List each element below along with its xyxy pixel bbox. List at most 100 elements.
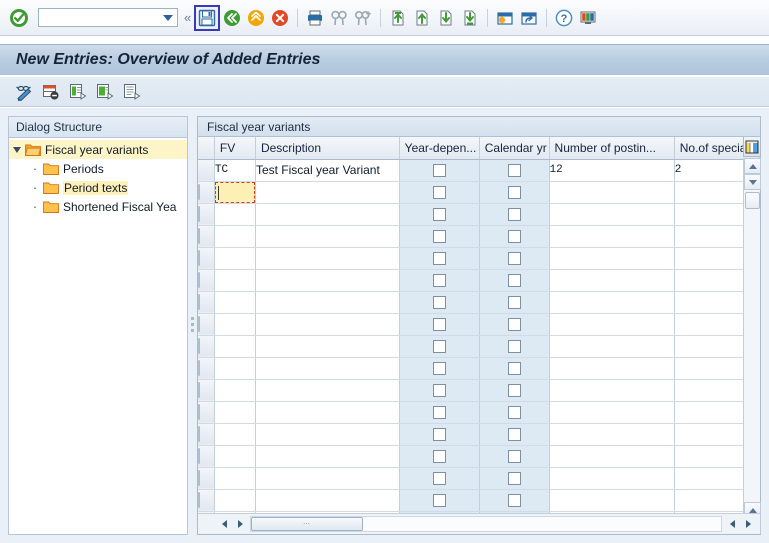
checkbox[interactable] [432,384,446,398]
row-selector[interactable] [198,181,215,204]
checkbox[interactable] [507,164,521,178]
collapse-toolbar-icon[interactable]: « [184,10,191,25]
last-page-button[interactable] [458,6,482,30]
scroll-left-button[interactable] [216,517,232,532]
checkbox[interactable] [507,384,521,398]
cell-year-dependent[interactable] [399,225,480,248]
row-selector[interactable] [198,291,215,314]
cell-calendar-yr[interactable] [479,379,550,402]
checkbox[interactable] [507,208,521,222]
cell-description[interactable] [255,225,400,248]
cell-description[interactable]: Test Fiscal year Variant [255,159,400,182]
cell-number-of-postings[interactable] [549,467,675,490]
cell-fv[interactable] [214,467,256,490]
cell-year-dependent[interactable] [399,445,480,468]
cell-year-dependent[interactable] [399,335,480,358]
cell-calendar-yr[interactable] [479,203,550,226]
cell-number-of-postings[interactable] [549,357,675,380]
table-row[interactable] [198,423,761,446]
row-selector[interactable] [198,423,215,446]
command-field[interactable] [38,8,178,27]
checkbox[interactable] [507,252,521,266]
create-shortcut-button[interactable] [517,6,541,30]
checkbox[interactable] [507,472,521,486]
cell-year-dependent[interactable] [399,401,480,424]
select-block-button[interactable] [120,80,144,104]
row-selector[interactable] [198,269,215,292]
cell-calendar-yr[interactable] [479,423,550,446]
cell-number-of-postings[interactable] [549,291,675,314]
cell-calendar-yr[interactable] [479,357,550,380]
row-selector[interactable] [198,467,215,490]
copy-as-button[interactable] [66,80,90,104]
checkbox[interactable] [507,186,521,200]
hscroll-thumb[interactable]: ⋯ [251,517,363,531]
cell-year-dependent[interactable] [399,313,480,336]
cell-fv[interactable] [214,269,256,292]
cell-calendar-yr[interactable] [479,489,550,512]
cell-year-dependent[interactable] [399,489,480,512]
checkbox[interactable] [507,230,521,244]
cell-description[interactable] [255,269,400,292]
cell-year-dependent[interactable] [399,291,480,314]
next-page-button[interactable] [434,6,458,30]
row-selector[interactable] [198,159,215,182]
sidebar-item-period-texts[interactable]: · Period texts [9,178,187,197]
cell-number-of-postings[interactable] [549,489,675,512]
cell-fv[interactable] [214,291,256,314]
column-header-number-of-postings[interactable]: Number of postin... [549,137,675,160]
cell-calendar-yr[interactable] [479,247,550,270]
checkbox[interactable] [507,274,521,288]
cell-calendar-yr[interactable] [479,401,550,424]
checkbox[interactable] [507,296,521,310]
table-row[interactable] [198,247,761,270]
cell-calendar-yr[interactable] [479,313,550,336]
table-row[interactable]: TC Test Fiscal year Variant 12 2 [198,159,761,182]
table-row[interactable] [198,445,761,468]
scroll-right-end-button[interactable] [740,517,756,532]
table-row[interactable] [198,181,761,204]
cell-calendar-yr[interactable] [479,225,550,248]
checkbox[interactable] [432,230,446,244]
checkbox[interactable] [507,406,521,420]
table-row[interactable] [198,467,761,490]
scroll-up-button[interactable] [744,158,761,174]
cell-number-of-postings[interactable] [549,181,675,204]
table-row[interactable] [198,335,761,358]
table-row[interactable] [198,225,761,248]
command-input[interactable] [39,9,159,26]
cell-year-dependent[interactable] [399,181,480,204]
cell-number-of-postings[interactable] [549,335,675,358]
sidebar-item-fiscal-year-variants[interactable]: Fiscal year variants [9,140,187,159]
cell-year-dependent[interactable] [399,379,480,402]
delete-entry-button[interactable] [39,80,63,104]
find-button[interactable] [327,6,351,30]
cell-calendar-yr[interactable] [479,291,550,314]
first-page-button[interactable] [386,6,410,30]
row-selector[interactable] [198,225,215,248]
enter-check-icon[interactable] [8,7,30,29]
row-selector[interactable] [198,445,215,468]
cell-calendar-yr[interactable] [479,467,550,490]
cell-number-of-postings[interactable] [549,379,675,402]
cell-number-of-postings[interactable] [549,225,675,248]
exit-button[interactable] [244,6,268,30]
table-settings-button[interactable] [743,137,760,157]
cell-fv[interactable] [214,225,256,248]
cell-fv[interactable] [214,247,256,270]
checkbox[interactable] [432,208,446,222]
cell-description[interactable] [255,379,400,402]
cell-year-dependent[interactable] [399,159,480,182]
cell-calendar-yr[interactable] [479,335,550,358]
checkbox[interactable] [432,186,446,200]
command-history-dropdown-icon[interactable] [159,9,177,26]
create-session-button[interactable] [493,6,517,30]
checkbox[interactable] [432,406,446,420]
scroll-left-end-button[interactable] [724,517,740,532]
cell-number-of-postings[interactable] [549,269,675,292]
cell-description[interactable] [255,357,400,380]
cell-number-of-postings[interactable] [549,401,675,424]
cell-fv[interactable]: TC [214,159,256,182]
table-horizontal-scrollbar[interactable]: ⋯ [198,513,760,534]
table-vertical-scrollbar[interactable] [743,158,761,534]
